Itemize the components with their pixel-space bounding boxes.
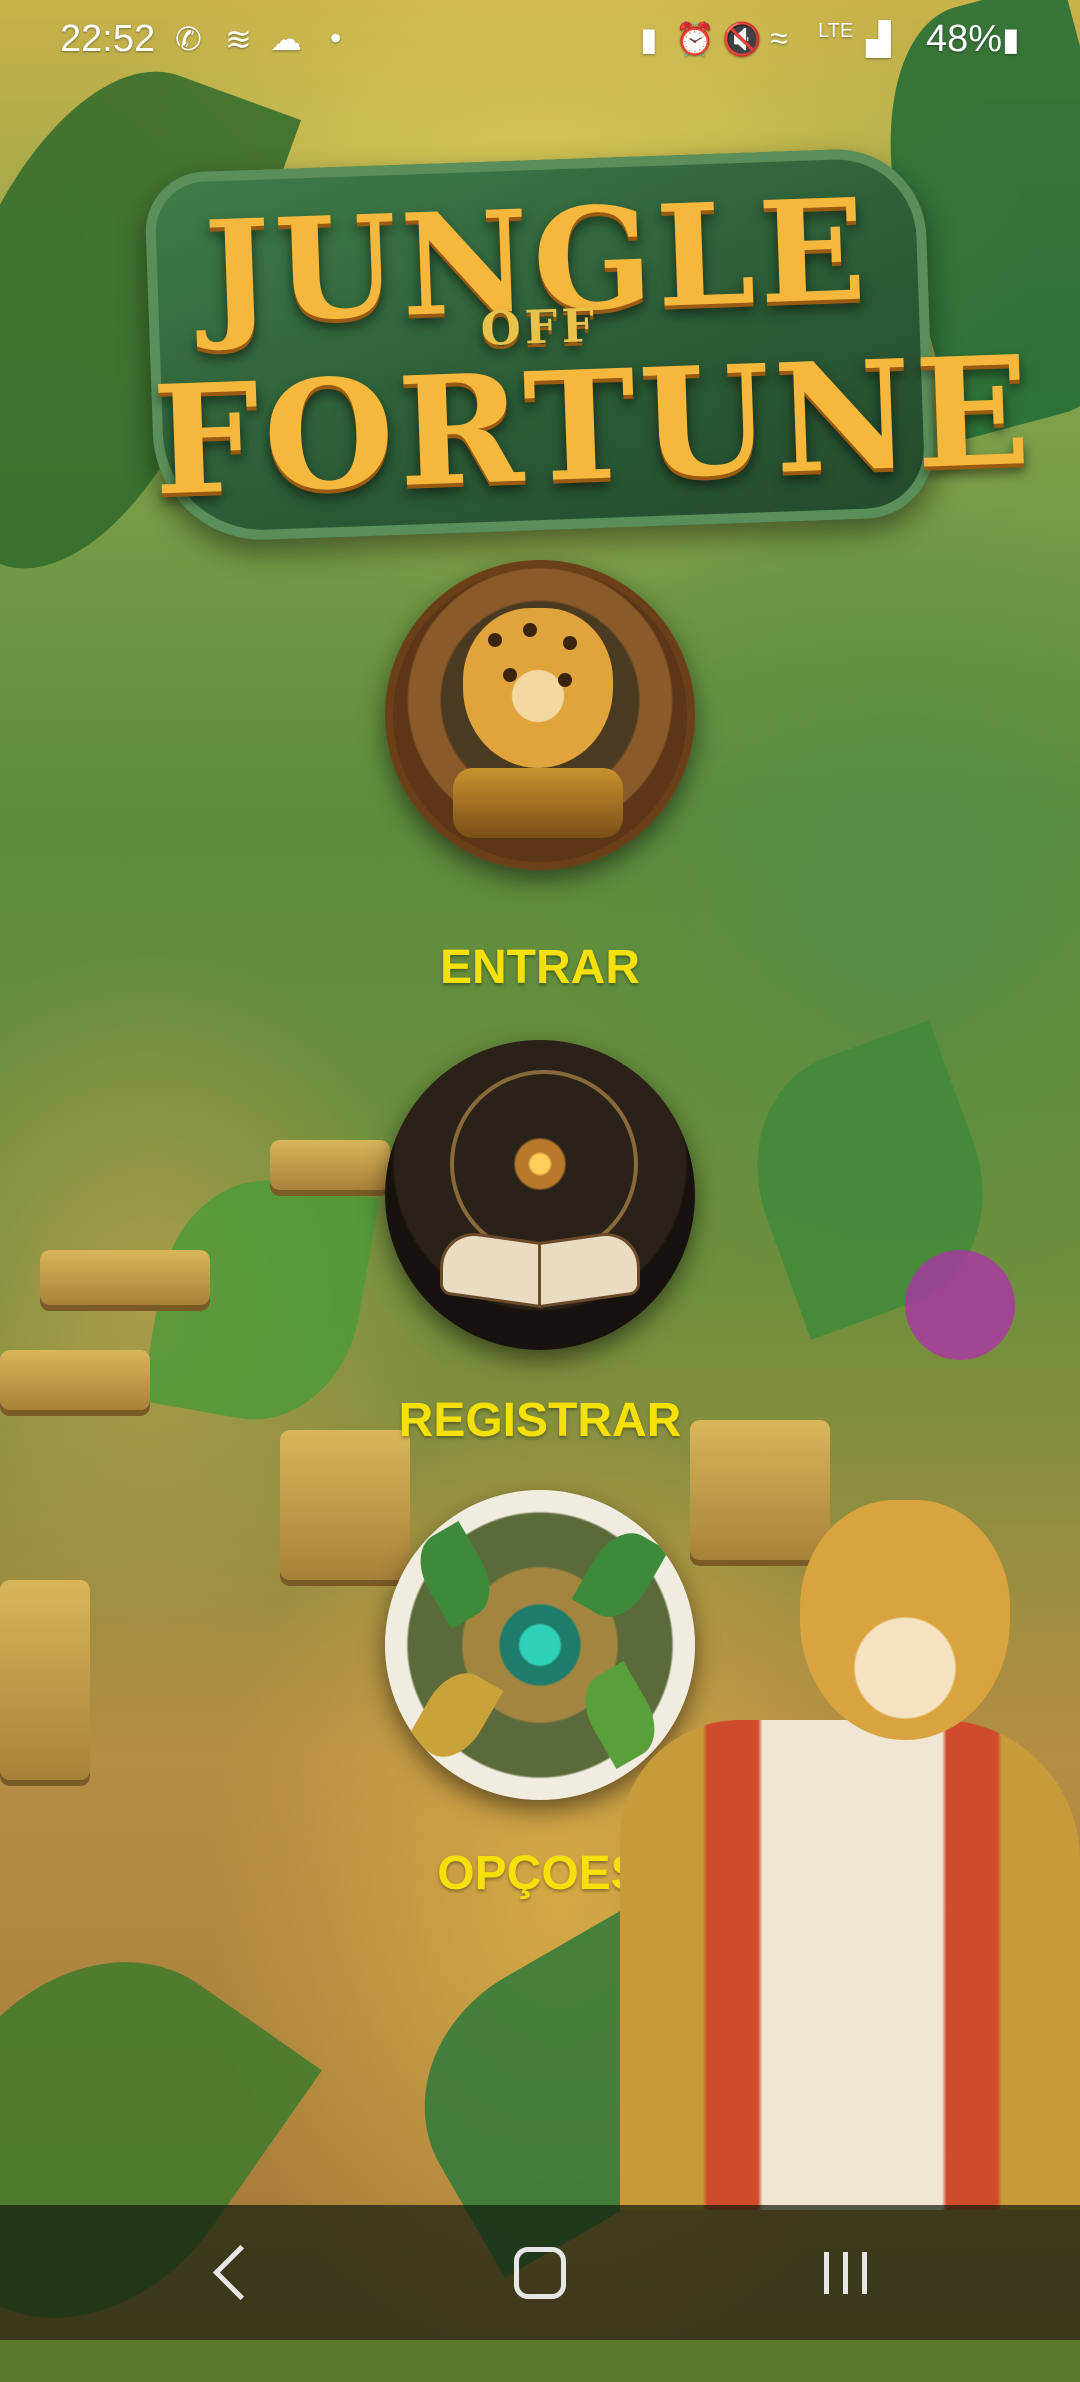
register-book-icon[interactable]: [385, 1040, 695, 1350]
enter-medallion-icon[interactable]: [385, 560, 695, 870]
mystic-ring-icon: [450, 1070, 638, 1258]
register-button[interactable]: REGISTRAR: [0, 1393, 1080, 1448]
cloud-icon: ☁: [270, 21, 302, 57]
back-icon: [212, 2244, 268, 2301]
volte-icon: LTE: [818, 20, 854, 42]
game-logo: JUNGLE OFF FORTUNE: [143, 146, 1037, 544]
home-button[interactable]: [440, 2205, 640, 2340]
whatsapp-icon: ✆: [175, 21, 202, 57]
stone-step: [0, 1580, 90, 1780]
battery-icon: ▮: [1002, 21, 1020, 57]
character-head: [800, 1500, 1010, 1740]
system-nav-bar: [0, 2205, 1080, 2340]
character-jacket: [620, 1720, 1080, 2210]
open-book-icon: [440, 1227, 640, 1309]
battery-percent: 48%: [925, 18, 1002, 60]
stone-step: [40, 1250, 210, 1305]
mute-icon: 🔇: [722, 21, 762, 57]
flower: [905, 1250, 1015, 1360]
stone-step: [270, 1140, 390, 1190]
alarm-icon: ⏰: [675, 21, 715, 57]
jaguar-face-icon: [463, 608, 613, 768]
signal-wave-icon: ≋: [225, 21, 252, 57]
battery-saver-icon: ▮: [640, 21, 658, 57]
enter-button[interactable]: ENTRAR: [0, 940, 1080, 995]
treasure-pile-icon: [453, 768, 623, 838]
wifi-icon: ≈: [770, 20, 788, 56]
recents-button[interactable]: [745, 2205, 945, 2340]
cell-signal-icon: ▟: [866, 21, 891, 57]
back-button[interactable]: [140, 2205, 340, 2340]
jaguar-character-illustration: [600, 1490, 1080, 2210]
home-icon: [514, 2246, 566, 2299]
recents-icon: [823, 2251, 867, 2294]
status-bar: 22:52 ✆ ≋ ☁ • ▮ ⏰ 🔇 ≈ LTE ▟ 48% ▮: [0, 0, 1080, 84]
dot-icon: •: [330, 20, 342, 56]
status-time: 22:52: [60, 18, 156, 60]
logo-word-fortune: FORTUNE: [150, 322, 1037, 530]
stone-step: [280, 1430, 410, 1580]
